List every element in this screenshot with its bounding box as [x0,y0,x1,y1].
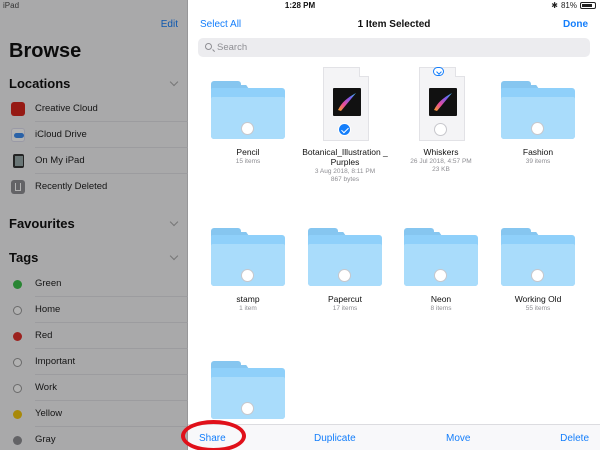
folder-item[interactable]: Pencil 15 items [200,65,296,165]
item-name: Pencil [236,147,260,157]
sidebar: Edit Browse Locations Creative Cloud iCl… [0,0,188,450]
done-button[interactable]: Done [563,19,588,30]
item-count: 8 items [430,305,452,312]
selection-circle[interactable] [241,269,254,282]
move-button[interactable]: Move [446,433,470,444]
file-item[interactable]: Whiskers 26 Jul 2018, 4:57 PM 23 KB [393,65,489,173]
bottom-toolbar: Share Duplicate Move Delete [188,424,600,450]
folder-item[interactable]: Fashion 39 items [490,65,586,165]
selection-circle[interactable] [531,122,544,135]
item-name: Botanical_Illustration _Purples [302,147,388,167]
search-icon [205,43,212,50]
cloud-download-icon[interactable] [433,67,444,76]
delete-button[interactable]: Delete [560,433,589,444]
item-name: Working Old [514,294,562,304]
duplicate-button[interactable]: Duplicate [314,433,356,444]
battery-icon [580,2,596,9]
item-name: stamp [236,294,260,304]
item-count: 15 items [235,158,261,165]
item-name: Whiskers [423,147,459,157]
highlight-circle-annotation [181,420,246,450]
item-date: 3 Aug 2018, 8:11 PM [314,168,376,175]
folder-item[interactable]: Papercut 17 items [297,212,393,312]
item-count: 39 items [525,158,551,165]
selection-circle[interactable] [338,269,351,282]
item-size: 867 bytes [330,176,360,183]
page-title: 1 Item Selected [357,19,431,30]
item-count: 1 item [239,305,257,312]
status-bar: iPad 1:28 PM ✱ 81% [0,0,600,12]
folder-item[interactable]: Working Old 55 items [490,212,586,312]
selection-circle[interactable] [338,123,351,136]
folder-item[interactable]: stamp 1 item [200,212,296,312]
item-date: 26 Jul 2018, 4:57 PM [410,158,472,165]
battery-fill [582,4,592,7]
item-size: 23 KB [432,166,450,173]
item-name: Papercut [327,294,363,304]
selection-circle[interactable] [241,122,254,135]
search-input[interactable]: Search [217,42,247,53]
bluetooth-icon: ✱ [551,1,558,10]
selection-circle[interactable] [434,123,447,136]
file-item[interactable]: Botanical_Illustration _Purples 3 Aug 201… [297,65,393,183]
item-count: 17 items [332,305,358,312]
sidebar-dim-overlay [0,0,188,450]
selection-circle[interactable] [531,269,544,282]
selection-circle[interactable] [434,269,447,282]
search-bar[interactable]: Search [198,38,590,57]
selection-circle[interactable] [241,402,254,415]
item-count: 55 items [525,305,551,312]
item-name: Fashion [522,147,554,157]
file-browser: Select All 1 Item Selected Done Search P… [188,0,600,450]
status-time: 1:28 PM [284,1,316,10]
folder-item[interactable]: Neon 8 items [393,212,489,312]
status-right: ✱ 81% [551,1,596,10]
battery-percent: 81% [560,1,577,10]
item-name: Neon [430,294,452,304]
